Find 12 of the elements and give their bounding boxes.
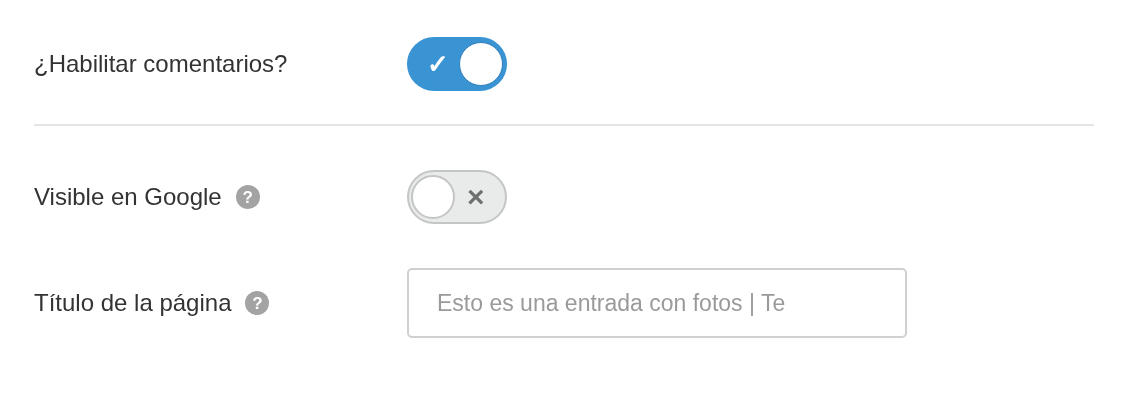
toggle-switch[interactable]: ✓ xyxy=(407,37,507,91)
help-icon[interactable]: ? xyxy=(235,185,260,209)
setting-label: Visible en Google xyxy=(34,182,222,212)
setting-label: ¿Habilitar comentarios? xyxy=(34,49,288,79)
toggle-switch[interactable]: × xyxy=(407,170,507,224)
text-field[interactable]: Esto es una entrada con fotos | Te xyxy=(407,268,907,338)
help-icon[interactable]: ? xyxy=(245,291,270,315)
cross-mark: × xyxy=(467,182,485,212)
toggle-knob xyxy=(459,42,503,86)
setting-label: Título de la página xyxy=(34,288,232,318)
toggle-knob xyxy=(411,175,455,219)
check-mark: ✓ xyxy=(427,51,449,77)
